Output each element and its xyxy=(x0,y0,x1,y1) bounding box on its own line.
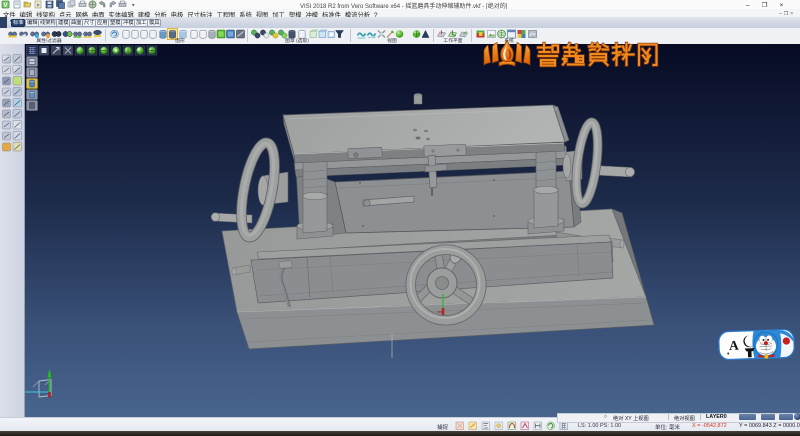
svg-text:A: A xyxy=(729,338,740,353)
